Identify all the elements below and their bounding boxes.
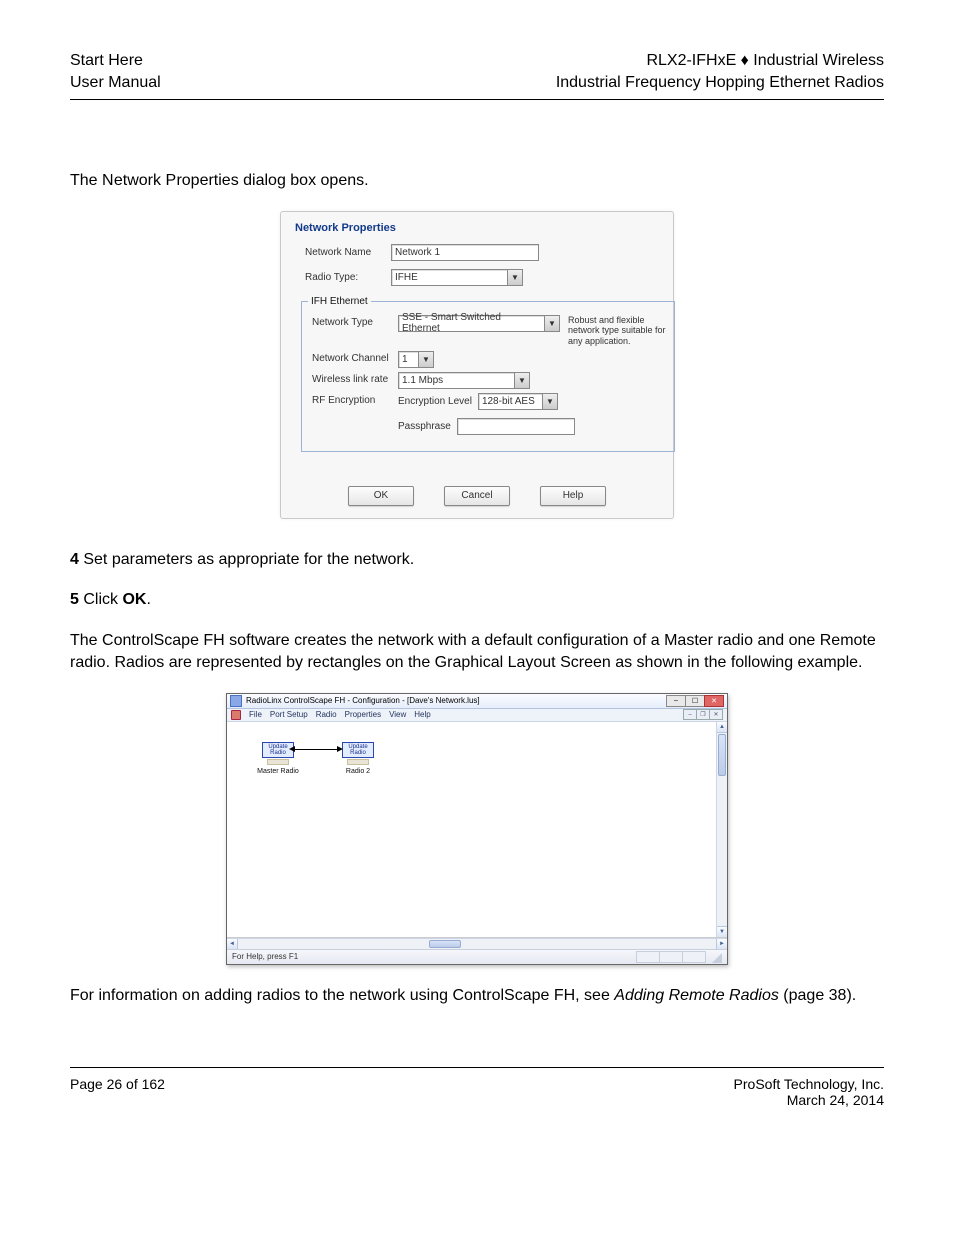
ok-button[interactable]: OK (348, 486, 414, 506)
encryption-level-select[interactable]: 128-bit AES ▼ (478, 393, 558, 410)
status-well (659, 951, 683, 963)
menu-view[interactable]: View (389, 710, 406, 719)
remote-radio-node[interactable]: Update Radio Radio 2 (337, 742, 379, 775)
network-type-select[interactable]: SSE - Smart Switched Ethernet ▼ (398, 315, 560, 332)
scroll-thumb[interactable] (718, 734, 726, 776)
remote-radio-label: Radio 2 (337, 768, 379, 775)
network-channel-select[interactable]: 1 ▼ (398, 351, 434, 368)
step-4: 4 Set parameters as appropriate for the … (70, 549, 884, 571)
menu-help[interactable]: Help (414, 710, 430, 719)
mdi-close-button[interactable]: ✕ (709, 709, 723, 720)
remote-radio-box: Update Radio (342, 742, 374, 758)
arrow-right-icon (337, 746, 343, 752)
radio-icon (267, 759, 289, 765)
resize-grip-icon[interactable] (710, 951, 722, 963)
hscroll-thumb[interactable] (429, 940, 461, 948)
chevron-down-icon: ▼ (507, 270, 522, 285)
header-left-line1: Start Here (70, 50, 161, 72)
step-5: 5 Click OK. (70, 589, 884, 611)
help-button[interactable]: Help (540, 486, 606, 506)
menu-file[interactable]: File (249, 710, 262, 719)
ifh-ethernet-group: IFH Ethernet Network Type SSE - Smart Sw… (301, 296, 675, 452)
radio-type-label: Radio Type: (305, 272, 383, 283)
master-radio-label: Master Radio (257, 768, 299, 775)
network-properties-dialog: Network Properties Network Name Network … (280, 211, 674, 519)
footer-divider (70, 1067, 884, 1068)
chevron-down-icon: ▼ (544, 316, 559, 331)
status-text: For Help, press F1 (232, 952, 298, 961)
mdi-restore-button[interactable]: ❐ (696, 709, 710, 720)
controlscape-window: RadioLinx ControlScape FH - Configuratio… (226, 693, 728, 965)
menu-properties[interactable]: Properties (345, 710, 381, 719)
minimize-button[interactable]: – (666, 695, 686, 707)
network-name-label: Network Name (305, 247, 383, 258)
cancel-button[interactable]: Cancel (444, 486, 510, 506)
mdi-icon (231, 710, 241, 720)
menu-radio[interactable]: Radio (316, 710, 337, 719)
status-bar: For Help, press F1 (227, 949, 727, 964)
titlebar: RadioLinx ControlScape FH - Configuratio… (227, 694, 727, 709)
close-button[interactable]: ✕ (704, 695, 724, 707)
horizontal-scrollbar[interactable]: ◄ ► (227, 938, 727, 949)
footer-page-number: Page 26 of 162 (70, 1076, 165, 1092)
chevron-down-icon: ▼ (514, 373, 529, 388)
arrow-left-icon (289, 746, 295, 752)
chevron-down-icon: ▼ (542, 394, 557, 409)
footer-company: ProSoft Technology, Inc. (734, 1076, 884, 1092)
scroll-down-button[interactable]: ▼ (717, 926, 727, 937)
outro-text: For information on adding radios to the … (70, 985, 884, 1007)
page-header: Start Here User Manual RLX2-IFHxE ♦ Indu… (70, 50, 884, 93)
footer-date: March 24, 2014 (734, 1092, 884, 1108)
chevron-down-icon: ▼ (418, 352, 433, 367)
scroll-up-button[interactable]: ▲ (717, 722, 727, 733)
encryption-level-label: Encryption Level (398, 396, 472, 407)
intro-text: The Network Properties dialog box opens. (70, 170, 884, 192)
menu-port-setup[interactable]: Port Setup (270, 710, 308, 719)
header-right-line1: RLX2-IFHxE ♦ Industrial Wireless (556, 50, 884, 72)
scroll-right-button[interactable]: ► (716, 939, 727, 949)
status-well (682, 951, 706, 963)
network-name-input[interactable]: Network 1 (391, 244, 539, 261)
mdi-minimize-button[interactable]: – (683, 709, 697, 720)
radio-link-line (293, 749, 339, 750)
vertical-scrollbar[interactable]: ▲ ▼ (716, 722, 727, 937)
app-icon (230, 695, 242, 707)
maximize-button[interactable]: ☐ (685, 695, 705, 707)
passphrase-input[interactable] (457, 418, 575, 435)
radio-icon (347, 759, 369, 765)
graphical-layout-canvas[interactable]: Update Radio Master Radio Update Radio R… (227, 722, 727, 938)
passphrase-label: Passphrase (398, 421, 451, 432)
network-type-label: Network Type (312, 315, 390, 328)
radio-type-select[interactable]: IFHE ▼ (391, 269, 523, 286)
network-type-hint: Robust and flexible network type suitabl… (568, 315, 668, 347)
status-well (636, 951, 660, 963)
header-divider (70, 99, 884, 100)
dialog-title: Network Properties (287, 216, 667, 242)
wireless-rate-label: Wireless link rate (312, 372, 390, 385)
rf-encryption-label: RF Encryption (312, 393, 390, 406)
ifh-legend: IFH Ethernet (308, 296, 371, 307)
mid-paragraph: The ControlScape FH software creates the… (70, 630, 884, 675)
menu-bar: File Port Setup Radio Properties View He… (227, 709, 727, 722)
window-title: RadioLinx ControlScape FH - Configuratio… (246, 696, 480, 705)
header-left-line2: User Manual (70, 72, 161, 94)
page-footer: Page 26 of 162 ProSoft Technology, Inc. … (70, 1076, 884, 1108)
network-channel-label: Network Channel (312, 351, 390, 364)
scroll-left-button[interactable]: ◄ (227, 939, 238, 949)
header-right-line2: Industrial Frequency Hopping Ethernet Ra… (556, 72, 884, 94)
wireless-rate-select[interactable]: 1.1 Mbps ▼ (398, 372, 530, 389)
